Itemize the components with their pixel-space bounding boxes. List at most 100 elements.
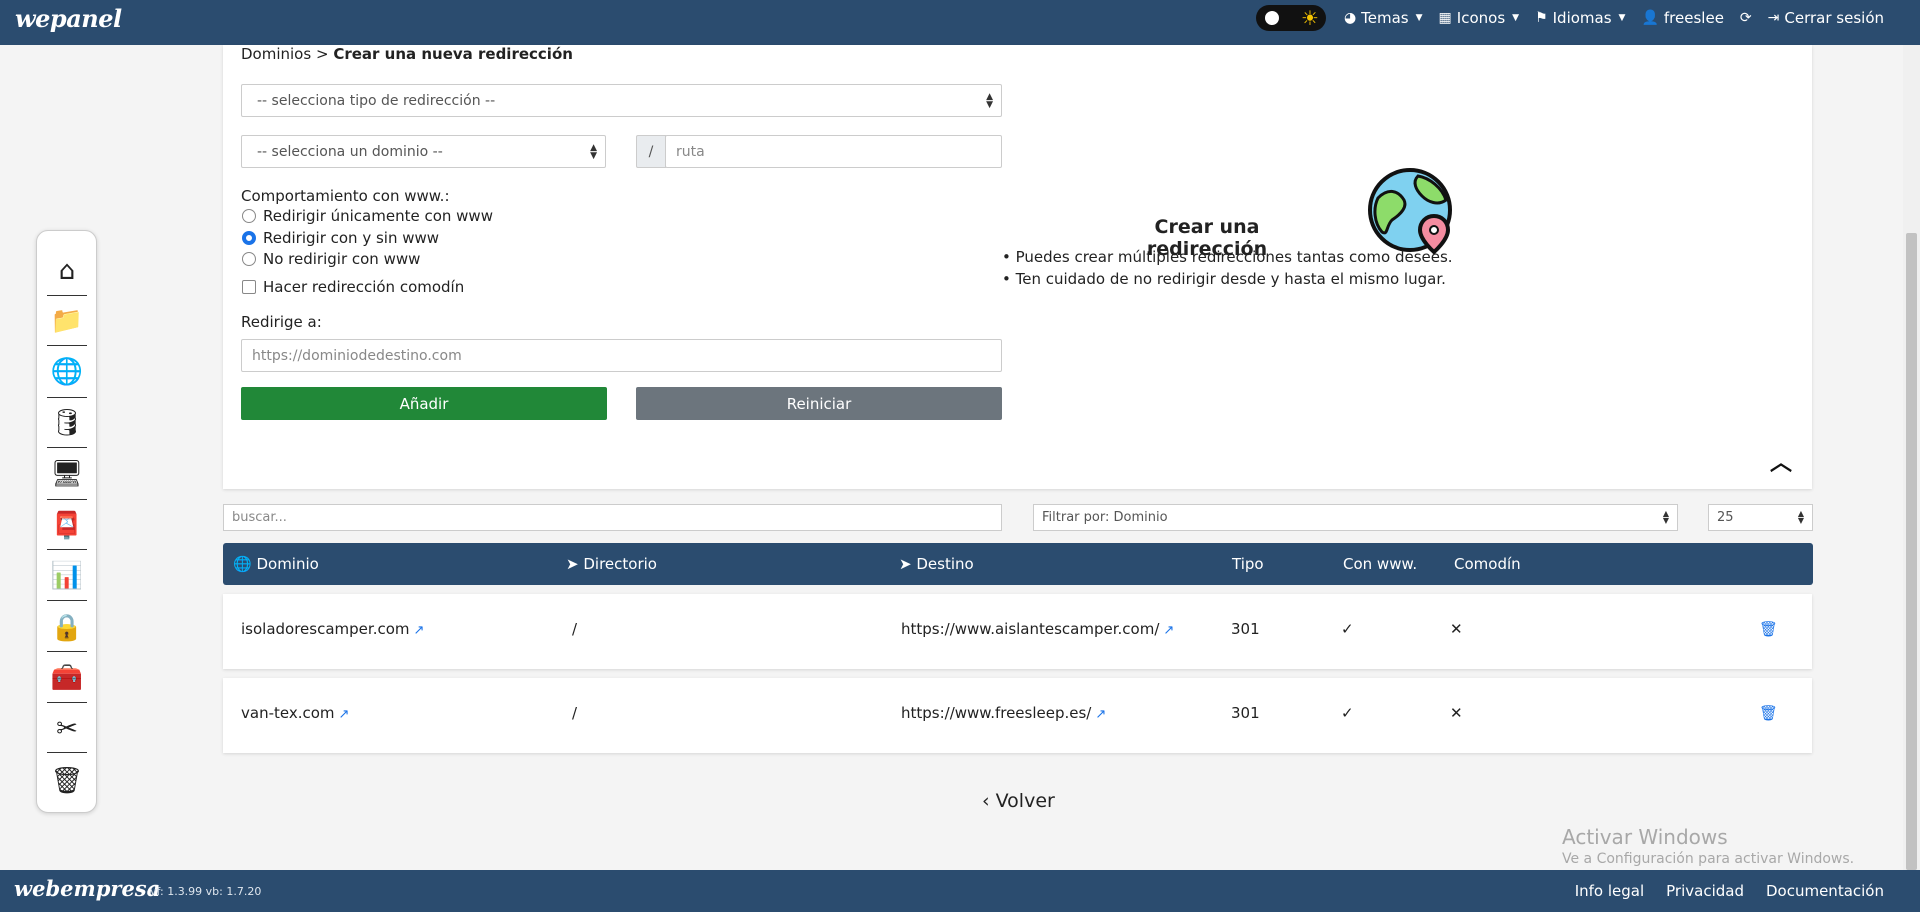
th-destination[interactable]: ➤ Destino bbox=[899, 555, 974, 573]
tools-icon[interactable]: ✂ bbox=[49, 711, 85, 747]
top-navbar: wepanel ☀ ◕ Temas ▼ ▦ Iconos ▼ ⚑ Idiomas… bbox=[0, 0, 1920, 45]
windows-activation-watermark: Activar Windows Ve a Configuración para … bbox=[1562, 825, 1854, 867]
watermark-line2: Ve a Configuración para activar Windows. bbox=[1562, 851, 1855, 867]
redirect-to-label: Redirige a: bbox=[241, 313, 322, 331]
temas-menu[interactable]: ◕ Temas ▼ bbox=[1344, 9, 1423, 27]
privacidad-link[interactable]: Privacidad bbox=[1666, 882, 1744, 900]
footer-links: Info legal Privacidad Documentación bbox=[1575, 882, 1884, 900]
th-wildcard[interactable]: Comodín bbox=[1454, 555, 1521, 573]
mailbox-icon[interactable]: 📮 bbox=[49, 508, 85, 544]
breadcrumb-parent[interactable]: Dominios bbox=[241, 45, 311, 63]
chevron-left-icon: ‹ bbox=[982, 790, 990, 812]
row-destination: https://www.freesleep.es/↗ bbox=[901, 704, 1107, 722]
th-domain[interactable]: 🌐 Dominio bbox=[233, 555, 319, 573]
location-arrow-icon: ➤ bbox=[899, 555, 912, 573]
redirect-type-value: -- selecciona tipo de redirección -- bbox=[257, 92, 496, 109]
th-with-www[interactable]: Con www. bbox=[1343, 555, 1417, 573]
trash-icon[interactable]: 🗑 bbox=[49, 763, 85, 799]
th-type[interactable]: Tipo bbox=[1232, 555, 1264, 573]
logout-label: Cerrar sesión bbox=[1784, 9, 1884, 27]
temas-label: Temas bbox=[1361, 9, 1409, 27]
select-arrows-icon: ▲ ▼ bbox=[1797, 509, 1804, 525]
delete-trash-icon[interactable]: 🗑 bbox=[1759, 620, 1778, 638]
breadcrumb: Dominios > Crear una nueva redirección bbox=[241, 45, 573, 63]
row-type: 301 bbox=[1231, 704, 1260, 722]
page-scrollbar[interactable] bbox=[1903, 45, 1920, 870]
theme-toggle[interactable]: ☀ bbox=[1255, 5, 1326, 31]
row-directory: / bbox=[572, 620, 578, 638]
palette-icon: ◕ bbox=[1343, 10, 1357, 26]
sidebar-divider bbox=[47, 295, 87, 296]
row-destination: https://www.aislantescamper.com/↗ bbox=[901, 620, 1175, 638]
iconos-label: Iconos bbox=[1456, 9, 1506, 27]
redirect-type-select[interactable]: -- selecciona tipo de redirección -- ▲ ▼ bbox=[241, 84, 1002, 117]
back-button[interactable]: ‹ Volver bbox=[982, 790, 1055, 812]
brand-logo[interactable]: wepanel bbox=[15, 4, 122, 33]
sun-icon: ☀ bbox=[1301, 6, 1319, 30]
row-wildcard: ✕ bbox=[1450, 620, 1463, 638]
row-wildcard: ✕ bbox=[1450, 704, 1463, 722]
wildcard-label[interactable]: Hacer redirección comodín bbox=[263, 278, 464, 296]
redirect-to-input[interactable]: https://dominiodedestino.com bbox=[241, 339, 1002, 372]
external-link-icon[interactable]: ↗ bbox=[1163, 623, 1174, 638]
filter-by-value: Filtrar por: Dominio bbox=[1042, 510, 1168, 525]
info-legal-link[interactable]: Info legal bbox=[1575, 882, 1644, 900]
www-globe-icon[interactable]: 🌐 bbox=[49, 354, 85, 390]
sidebar-divider bbox=[47, 499, 87, 500]
row-type: 301 bbox=[1231, 620, 1260, 638]
external-link-icon[interactable]: ↗ bbox=[1095, 707, 1106, 722]
domain-select-value: -- selecciona un dominio -- bbox=[257, 143, 443, 160]
breadcrumb-current: Crear una nueva redirección bbox=[333, 45, 573, 63]
domain-select[interactable]: -- selecciona un dominio -- ▲ ▼ bbox=[241, 135, 606, 168]
iconos-menu[interactable]: ▦ Iconos ▼ bbox=[1439, 9, 1520, 27]
radio-no-www-label[interactable]: No redirigir con www bbox=[263, 250, 420, 268]
external-link-icon[interactable]: ↗ bbox=[339, 707, 350, 722]
delete-trash-icon[interactable]: 🗑 bbox=[1759, 704, 1778, 722]
navbar-menu: ☀ ◕ Temas ▼ ▦ Iconos ▼ ⚑ Idiomas ▼ 👤 fre… bbox=[1255, 0, 1884, 36]
filter-by-select[interactable]: Filtrar por: Dominio ▲ ▼ bbox=[1033, 504, 1678, 531]
radio-only-www-label[interactable]: Redirigir únicamente con www bbox=[263, 207, 493, 225]
www-behavior-label: Comportamiento con www.: bbox=[241, 187, 450, 205]
refresh-icon: ⟳ bbox=[1739, 10, 1752, 26]
folder-icon[interactable]: 📁 bbox=[49, 303, 85, 339]
radio-with-without-www-label[interactable]: Redirigir con y sin www bbox=[263, 229, 439, 247]
sidebar: ⌂ 📁 🌐 🛢 🖥 📮 📊 🔒 🧰 ✂ 🗑 bbox=[36, 230, 97, 813]
user-menu[interactable]: 👤 freeslee bbox=[1641, 9, 1723, 27]
scrollbar-thumb[interactable] bbox=[1906, 233, 1917, 870]
wildcard-checkbox[interactable] bbox=[242, 280, 256, 294]
info-list: • Puedes crear múltiples redirecciones t… bbox=[1002, 246, 1453, 290]
idiomas-menu[interactable]: ⚑ Idiomas ▼ bbox=[1535, 9, 1625, 27]
home-icon[interactable]: ⌂ bbox=[49, 253, 85, 289]
search-input[interactable]: buscar... bbox=[223, 504, 1002, 531]
lock-icon[interactable]: 🔒 bbox=[49, 610, 85, 646]
logout-button[interactable]: ⇥ Cerrar sesión bbox=[1768, 9, 1884, 27]
sidebar-divider bbox=[47, 549, 87, 550]
collapse-chevron-up-icon[interactable]: ︿ bbox=[1770, 445, 1792, 477]
table-row: van-tex.com ↗ / https://www.freesleep.es/… bbox=[223, 678, 1812, 753]
info-bullet: • Ten cuidado de no redirigir desde y ha… bbox=[1002, 270, 1446, 288]
reset-button[interactable]: Reiniciar bbox=[636, 387, 1002, 420]
add-button[interactable]: Añadir bbox=[241, 387, 607, 420]
th-directory[interactable]: ➤ Directorio bbox=[566, 555, 657, 573]
web-builder-icon[interactable]: 🖥 bbox=[49, 456, 85, 492]
stats-icon[interactable]: 📊 bbox=[49, 558, 85, 594]
sidebar-divider bbox=[47, 447, 87, 448]
refresh-button[interactable]: ⟳ bbox=[1740, 10, 1752, 26]
sidebar-divider bbox=[47, 397, 87, 398]
globe-icon: 🌐 bbox=[233, 555, 252, 573]
external-link-icon[interactable]: ↗ bbox=[414, 623, 425, 638]
caret-down-icon: ▼ bbox=[1415, 13, 1423, 23]
footer-brand-logo[interactable]: webempresa bbox=[14, 876, 160, 901]
location-arrow-icon: ➤ bbox=[566, 555, 579, 573]
sidebar-divider bbox=[47, 702, 87, 703]
per-page-select[interactable]: 25 ▲ ▼ bbox=[1708, 504, 1813, 531]
radio-with-without-www[interactable] bbox=[242, 231, 256, 245]
radio-no-www[interactable] bbox=[242, 252, 256, 266]
radio-only-www[interactable] bbox=[242, 209, 256, 223]
breadcrumb-separator: > bbox=[315, 45, 329, 63]
path-input[interactable]: ruta bbox=[665, 135, 1002, 168]
globe-pin-icon bbox=[1368, 168, 1452, 255]
documentacion-link[interactable]: Documentación bbox=[1766, 882, 1884, 900]
toolbox-icon[interactable]: 🧰 bbox=[49, 660, 85, 696]
database-icon[interactable]: 🛢 bbox=[49, 405, 85, 441]
